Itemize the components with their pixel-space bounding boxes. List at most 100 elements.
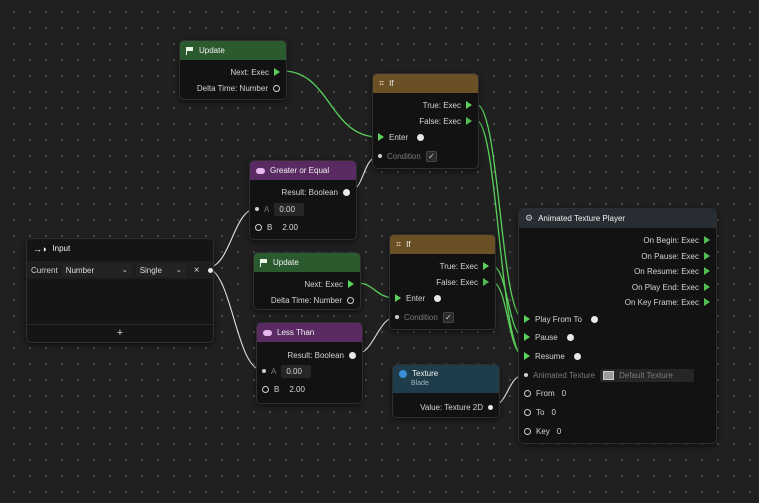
condition-label: Condition — [387, 151, 421, 161]
bool-out-port[interactable] — [349, 351, 356, 359]
result-row: Result: Boolean — [282, 185, 350, 199]
chevron-down-icon: ⌄ — [175, 267, 182, 274]
key-value[interactable]: 0 — [557, 427, 561, 436]
from-value[interactable]: 0 — [562, 389, 566, 398]
true-exec-label: True: Exec — [439, 261, 478, 271]
output-label: On Key Frame: Exec — [624, 297, 699, 307]
exec-out-port[interactable] — [704, 252, 710, 260]
exec-in-port[interactable] — [524, 352, 530, 360]
exec-out-port[interactable] — [274, 68, 280, 76]
exec-out-port[interactable] — [466, 117, 472, 125]
value-dot — [590, 315, 598, 323]
less-node-header[interactable]: Less Than — [257, 323, 362, 342]
a-value-field[interactable]: 0.00 — [274, 202, 305, 216]
b-value-field[interactable]: 2.00 — [284, 383, 314, 396]
enter-value-dot — [434, 294, 442, 302]
if-node-header[interactable]: ⌗ If — [373, 74, 478, 93]
texture-out-port[interactable] — [488, 404, 493, 410]
exec-out-port[interactable] — [483, 262, 489, 270]
update-node-header[interactable]: Update — [254, 253, 360, 272]
exec-in-port[interactable] — [378, 133, 384, 141]
value-dot — [566, 333, 574, 341]
input-node[interactable]: →◗ Input Current Number ⌄ Single ⌄ × + — [26, 238, 214, 343]
add-input-button[interactable]: + — [27, 326, 213, 340]
b-in-port[interactable] — [255, 223, 262, 231]
texture-node[interactable]: Texture Blade Value: Texture 2D — [392, 364, 500, 418]
from-row: From 0 — [524, 386, 566, 400]
false-exec-label: False: Exec — [419, 116, 461, 126]
delta-time-label: Delta Time: Number — [270, 295, 342, 305]
exec-in-port[interactable] — [524, 315, 530, 323]
exec-out-port[interactable] — [704, 236, 710, 244]
update-node-mid[interactable]: Update Next: Exec Delta Time: Number — [253, 252, 361, 310]
number-in-port[interactable] — [524, 408, 531, 416]
to-value[interactable]: 0 — [551, 408, 555, 417]
if-node-top[interactable]: ⌗ If True: Exec False: Exec Enter Condit… — [372, 73, 479, 169]
node-title: Animated Texture Player — [538, 214, 626, 223]
b-value-field[interactable]: 2.00 — [277, 221, 307, 234]
bool-in-port[interactable] — [395, 315, 399, 319]
number-out-port[interactable] — [347, 296, 354, 304]
node-title: If — [406, 240, 411, 249]
exec-out-port[interactable] — [466, 101, 472, 109]
node-title: Less Than — [277, 328, 315, 337]
texture-node-header[interactable]: Texture Blade — [393, 365, 499, 393]
branch-icon: ⌗ — [379, 78, 385, 88]
texture-in-port[interactable] — [524, 373, 528, 377]
false-exec-row: False: Exec — [419, 114, 472, 128]
wire-update-to-if-top — [282, 70, 379, 138]
condition-checkbox[interactable]: ✓ — [425, 150, 437, 162]
on-pause-row: On Pause: Exec — [641, 249, 710, 263]
input-arrow-icon: →◗ — [33, 243, 48, 254]
type-dropdown[interactable]: Number ⌄ — [61, 263, 132, 277]
exec-out-port[interactable] — [348, 280, 354, 288]
to-row: To 0 — [524, 405, 556, 419]
exec-out-port[interactable] — [704, 298, 710, 306]
a-in-port[interactable] — [255, 207, 259, 211]
condition-checkbox[interactable]: ✓ — [442, 311, 454, 323]
animated-texture-player-node[interactable]: ⚙ Animated Texture Player On Begin: Exec… — [518, 208, 717, 444]
exec-out-port[interactable] — [704, 283, 710, 291]
update-node-header[interactable]: Update — [180, 41, 286, 60]
number-out-port[interactable] — [207, 267, 213, 273]
if-node-mid[interactable]: ⌗ If True: Exec False: Exec Enter Condit… — [389, 234, 496, 330]
exec-out-port[interactable] — [483, 278, 489, 286]
graph-canvas[interactable]: Update Next: Exec Delta Time: Number ⌗ I… — [0, 0, 759, 503]
a-in-port[interactable] — [262, 369, 266, 373]
number-in-port[interactable] — [524, 389, 531, 397]
bool-in-port[interactable] — [378, 154, 382, 158]
if-node-header[interactable]: ⌗ If — [390, 235, 495, 254]
number-in-port[interactable] — [524, 427, 531, 435]
b-label: B — [267, 222, 273, 232]
animated-texture-row: Animated Texture Default Texture — [524, 368, 710, 382]
precision-dropdown[interactable]: Single ⌄ — [135, 263, 186, 277]
next-exec-row: Next: Exec — [304, 277, 354, 291]
texture-picker[interactable]: Default Texture — [600, 368, 695, 382]
true-exec-row: True: Exec — [423, 98, 472, 112]
node-title: Update — [199, 46, 225, 55]
bool-out-port[interactable] — [343, 188, 350, 196]
exec-out-port[interactable] — [704, 267, 710, 275]
delta-time-row: Delta Time: Number — [197, 81, 280, 95]
less-than-node[interactable]: Less Than Result: Boolean A 0.00 B 2.00 — [256, 322, 363, 404]
result-label: Result: Boolean — [287, 350, 344, 360]
greater-or-equal-node[interactable]: Greater or Equal Result: Boolean A 0.00 … — [249, 160, 357, 240]
enter-label: Enter — [389, 132, 409, 142]
output-label: On Play End: Exec — [631, 282, 699, 292]
output-label: On Begin: Exec — [643, 235, 699, 245]
player-node-header[interactable]: ⚙ Animated Texture Player — [519, 209, 716, 228]
b-in-port[interactable] — [262, 385, 269, 393]
node-title: If — [389, 79, 394, 88]
input-node-header[interactable]: →◗ Input — [27, 239, 213, 258]
number-out-port[interactable] — [273, 84, 280, 92]
pause-row: Pause — [524, 330, 574, 344]
exec-in-port[interactable] — [395, 294, 401, 302]
chevron-down-icon: ⌄ — [121, 267, 128, 274]
exec-in-port[interactable] — [524, 333, 530, 341]
remove-icon[interactable]: × — [194, 265, 200, 276]
a-value-field[interactable]: 0.00 — [281, 364, 312, 378]
condition-label: Condition — [404, 312, 438, 322]
update-node-top[interactable]: Update Next: Exec Delta Time: Number — [179, 40, 287, 100]
greater-node-header[interactable]: Greater or Equal — [250, 161, 356, 180]
next-exec-row: Next: Exec — [230, 65, 280, 79]
